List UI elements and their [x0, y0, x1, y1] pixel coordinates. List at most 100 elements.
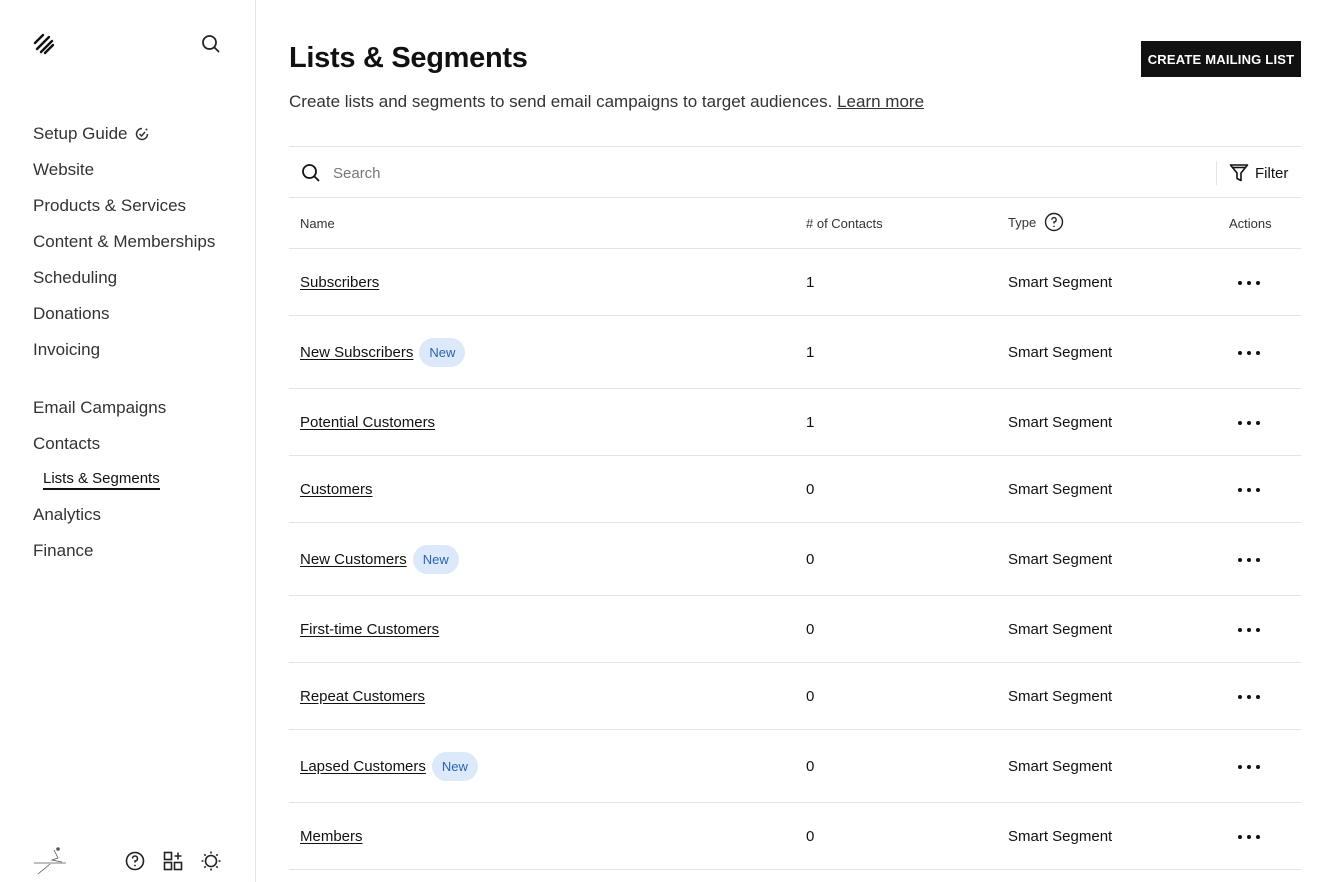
column-header-contacts[interactable]: # of Contacts	[806, 216, 883, 231]
more-actions-icon[interactable]	[1229, 618, 1269, 642]
dot	[1247, 764, 1251, 769]
search-input[interactable]	[333, 161, 1193, 185]
dot	[1238, 350, 1242, 355]
nav-label: Setup Guide	[33, 124, 128, 143]
dot	[1238, 694, 1242, 699]
table-row[interactable]: New Subscribers New 1 Smart Segment	[289, 316, 1301, 389]
dot	[1256, 420, 1260, 425]
nav-donations[interactable]: Donations	[33, 304, 110, 324]
table-header: Name # of Contacts Type Actions	[289, 198, 1301, 249]
nav-label: Analytics	[33, 505, 102, 524]
nav-invoicing[interactable]: Invoicing	[33, 340, 100, 360]
more-actions-icon[interactable]	[1229, 825, 1269, 849]
dot	[1238, 557, 1242, 562]
nav-label: Products & Services	[33, 196, 187, 215]
search-bar: Filter	[289, 146, 1301, 198]
sidebar: Setup Guide Website Products & Services …	[0, 0, 256, 882]
column-label: # of Contacts	[806, 216, 883, 231]
column-label: Type	[1008, 214, 1037, 230]
nav-website[interactable]: Website	[33, 160, 94, 180]
page-description: Create lists and segments to send email …	[289, 92, 924, 112]
help-circle-icon[interactable]	[1044, 212, 1064, 232]
new-badge: New	[431, 752, 478, 781]
dot	[1238, 627, 1242, 632]
more-actions-icon[interactable]	[1229, 548, 1269, 572]
nav-label: Finance	[33, 541, 94, 560]
nav-label: Donations	[33, 304, 110, 323]
search-icon[interactable]	[200, 33, 222, 55]
more-actions-icon[interactable]	[1229, 411, 1269, 435]
segment-name-cell: First-time Customers	[300, 615, 439, 645]
create-mailing-list-button[interactable]: CREATE MAILING LIST	[1141, 41, 1301, 77]
segment-link[interactable]: Potential Customers	[300, 414, 435, 431]
dot	[1247, 350, 1251, 355]
dot	[1247, 834, 1251, 839]
contacts-count: 0	[806, 551, 815, 568]
more-actions-icon[interactable]	[1229, 685, 1269, 709]
more-actions-icon[interactable]	[1229, 478, 1269, 502]
segment-link[interactable]: Members	[300, 828, 363, 845]
more-actions-icon[interactable]	[1229, 271, 1269, 295]
learn-more-link[interactable]: Learn more	[837, 92, 924, 111]
segment-link[interactable]: Repeat Customers	[300, 688, 425, 705]
dot	[1238, 834, 1242, 839]
apps-icon[interactable]	[162, 850, 184, 872]
segment-link[interactable]: New Customers	[300, 551, 407, 568]
table-row[interactable]: Customers 0 Smart Segment	[289, 456, 1301, 523]
table-row[interactable]: Potential Customers 1 Smart Segment	[289, 389, 1301, 456]
column-header-actions: Actions	[1229, 216, 1272, 231]
help-icon[interactable]	[124, 850, 146, 872]
table-row[interactable]: Subscribers 1 Smart Segment	[289, 249, 1301, 316]
segment-link[interactable]: Lapsed Customers	[300, 758, 426, 775]
segment-name-cell: New Customers New	[300, 545, 459, 575]
table-row[interactable]: First-time Customers 0 Smart Segment	[289, 596, 1301, 663]
more-actions-icon[interactable]	[1229, 341, 1269, 365]
nav-setup-guide[interactable]: Setup Guide	[33, 124, 150, 144]
divider	[1216, 161, 1217, 185]
segment-type: Smart Segment	[1008, 828, 1113, 845]
nav-lists-segments[interactable]: Lists & Segments	[43, 470, 160, 490]
nav-products-services[interactable]: Products & Services	[33, 196, 186, 216]
table-row[interactable]: New Customers New 0 Smart Segment	[289, 523, 1301, 596]
contacts-count: 0	[806, 688, 815, 705]
table-row[interactable]: Lapsed Customers New 0 Smart Segment	[289, 730, 1301, 803]
column-header-name[interactable]: Name	[300, 216, 335, 231]
table-row[interactable]: Repeat Customers 0 Smart Segment	[289, 663, 1301, 730]
column-label: Name	[300, 216, 335, 231]
nav-label: Scheduling	[33, 268, 118, 287]
segment-link[interactable]: Subscribers	[300, 274, 379, 291]
filter-button[interactable]: Filter	[1229, 161, 1288, 185]
segment-link[interactable]: New Subscribers	[300, 344, 413, 361]
dot	[1256, 557, 1260, 562]
contacts-count: 1	[806, 274, 815, 291]
nav-email-campaigns[interactable]: Email Campaigns	[33, 398, 166, 418]
nav-analytics[interactable]: Analytics	[33, 505, 101, 525]
more-actions-icon[interactable]	[1229, 755, 1269, 779]
nav-contacts[interactable]: Contacts	[33, 434, 100, 454]
dot	[1247, 694, 1251, 699]
theme-sun-icon[interactable]	[200, 850, 222, 872]
dot	[1238, 487, 1242, 492]
progress-icon	[135, 127, 148, 141]
dot	[1256, 694, 1260, 699]
segment-type: Smart Segment	[1008, 758, 1113, 775]
squarespace-logo-icon[interactable]	[32, 32, 56, 56]
segment-type: Smart Segment	[1008, 481, 1113, 498]
segment-name-cell: New Subscribers New	[300, 338, 466, 368]
nav-scheduling[interactable]: Scheduling	[33, 268, 117, 288]
dot	[1256, 487, 1260, 492]
segment-name-cell: Potential Customers	[300, 408, 435, 438]
segment-type: Smart Segment	[1008, 274, 1113, 291]
table-row[interactable]: Members 0 Smart Segment	[289, 803, 1301, 870]
nav-content-memberships[interactable]: Content & Memberships	[33, 232, 215, 252]
segment-type: Smart Segment	[1008, 344, 1113, 361]
dot	[1247, 557, 1251, 562]
segment-link[interactable]: Customers	[300, 481, 373, 498]
site-avatar[interactable]	[32, 844, 68, 876]
filter-icon	[1229, 164, 1249, 182]
nav-finance[interactable]: Finance	[33, 541, 93, 561]
segment-link[interactable]: First-time Customers	[300, 621, 439, 638]
contacts-count: 0	[806, 758, 815, 775]
dot	[1247, 420, 1251, 425]
page-title: Lists & Segments	[289, 42, 528, 74]
